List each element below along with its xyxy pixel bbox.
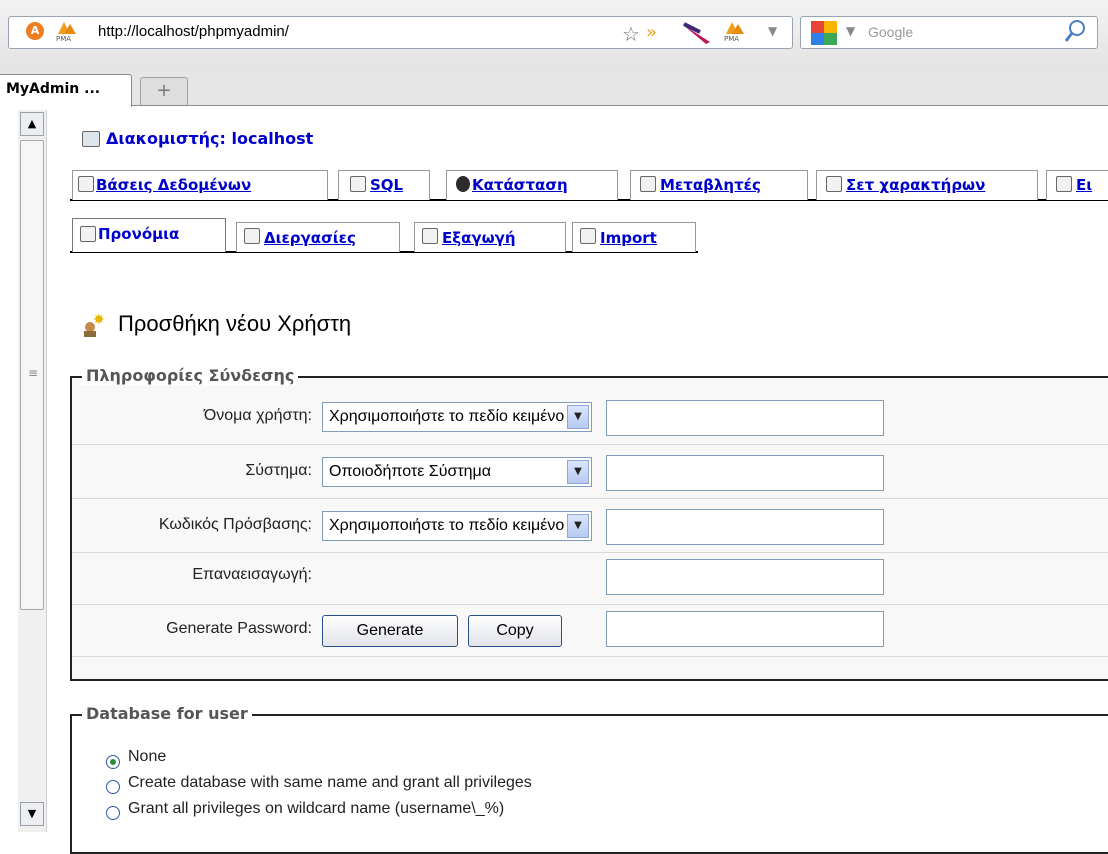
row-divider xyxy=(72,656,1108,657)
password-type-select[interactable]: Χρησιμοποιήστε το πεδίο κειμένου ▼ xyxy=(322,511,592,541)
tab-status[interactable]: Κατάσταση xyxy=(472,176,568,194)
retype-password-input[interactable] xyxy=(606,559,884,595)
chevron-down-icon[interactable]: ▼ xyxy=(768,24,777,38)
databases-icon xyxy=(78,176,94,192)
charset-icon xyxy=(826,176,842,192)
new-tab-button[interactable]: + xyxy=(140,77,188,105)
google-icon[interactable] xyxy=(810,20,838,46)
db-option-none-radio[interactable] xyxy=(106,755,120,769)
search-bar[interactable] xyxy=(800,16,1098,49)
pma-favicon-icon: PMA xyxy=(54,20,80,43)
tab-variables[interactable]: Μεταβλητές xyxy=(660,176,761,194)
db-option-none-label[interactable]: None xyxy=(128,748,166,766)
row-divider xyxy=(72,498,1108,499)
copy-button[interactable]: Copy xyxy=(468,615,562,647)
row-divider xyxy=(72,604,1108,605)
tab-processes[interactable]: Διεργασίες xyxy=(264,229,356,247)
bookmark-star-icon[interactable]: ☆ xyxy=(622,22,640,46)
scroll-down-button[interactable]: ▼ xyxy=(20,802,44,826)
password-input[interactable] xyxy=(606,509,884,545)
host-label: Σύστημα: xyxy=(245,462,312,479)
generated-password-input[interactable] xyxy=(606,611,884,647)
scroll-up-button[interactable]: ▲ xyxy=(20,112,44,136)
server-icon xyxy=(82,131,100,147)
username-label: Όνομα χρήστη: xyxy=(203,407,312,424)
db-option-wildcard-radio[interactable] xyxy=(106,806,120,820)
retype-label: Επαναεισαγωγή: xyxy=(192,566,312,583)
grip-icon: ≡ xyxy=(28,366,39,380)
tab-charsets[interactable]: Σετ χαρακτήρων xyxy=(846,176,985,194)
login-info-legend: Πληροφορίες Σύνδεσης xyxy=(82,366,299,385)
password-label: Κωδικός Πρόσβασης: xyxy=(158,516,312,533)
export-icon xyxy=(422,228,438,244)
page-title: Προσθήκη νέου Χρήστη xyxy=(118,311,352,336)
privileges-icon xyxy=(80,226,96,242)
db-option-wildcard-label[interactable]: Grant all privileges on wildcard name (u… xyxy=(128,800,504,818)
url-text[interactable]: http://localhost/phpmyadmin/ xyxy=(98,23,289,40)
feather-icon[interactable] xyxy=(680,20,716,46)
tab-import[interactable]: Import xyxy=(600,229,657,247)
tab-sql[interactable]: SQL xyxy=(370,176,403,194)
sql-icon xyxy=(350,176,366,192)
search-input[interactable]: Google xyxy=(868,24,913,40)
add-user-icon: ✸ xyxy=(80,312,106,338)
svg-text:PMA: PMA xyxy=(724,35,739,42)
variables-icon xyxy=(640,176,656,192)
username-type-select[interactable]: Χρησιμοποιήστε το πεδίο κειμένου ▼ xyxy=(322,402,592,432)
tab-export[interactable]: Εξαγωγή xyxy=(442,229,516,247)
chevron-down-icon: ▼ xyxy=(567,460,589,484)
host-type-select[interactable]: Οποιοδήποτε Σύστημα ▼ xyxy=(322,457,592,487)
svg-text:✸: ✸ xyxy=(93,312,105,328)
chevron-down-icon: ▼ xyxy=(567,514,589,538)
username-input[interactable] xyxy=(606,400,884,436)
tab-privileges[interactable]: Προνόμια xyxy=(98,225,179,243)
processes-icon xyxy=(244,228,260,244)
search-engine-dropdown-icon[interactable]: ▼ xyxy=(846,24,855,38)
site-identity-icon[interactable]: A xyxy=(26,22,44,40)
host-input[interactable] xyxy=(606,455,884,491)
traffic-light-icon xyxy=(456,176,470,192)
pma-extension-icon[interactable]: PMA xyxy=(722,20,748,43)
search-icon[interactable] xyxy=(1064,18,1086,44)
rss-icon[interactable]: » xyxy=(646,22,657,43)
chevron-down-icon: ▼ xyxy=(567,405,589,429)
database-for-user-legend: Database for user xyxy=(82,704,252,723)
generate-button[interactable]: Generate xyxy=(322,615,458,647)
row-divider xyxy=(72,552,1108,553)
engines-icon xyxy=(1056,176,1072,192)
import-icon xyxy=(580,228,596,244)
row-divider xyxy=(72,444,1108,445)
browser-tab-title[interactable]: MyAdmin ... xyxy=(6,81,100,97)
db-option-create-label[interactable]: Create database with same name and grant… xyxy=(128,774,532,792)
svg-text:PMA: PMA xyxy=(56,35,71,42)
scroll-thumb[interactable]: ≡ xyxy=(20,140,44,610)
tab-databases[interactable]: Βάσεις Δεδομένων xyxy=(96,176,251,194)
tab-engines[interactable]: Ει xyxy=(1076,176,1092,194)
server-title-link[interactable]: Διακομιστής: localhost xyxy=(106,129,313,148)
generate-password-label: Generate Password: xyxy=(166,620,312,637)
db-option-create-radio[interactable] xyxy=(106,780,120,794)
